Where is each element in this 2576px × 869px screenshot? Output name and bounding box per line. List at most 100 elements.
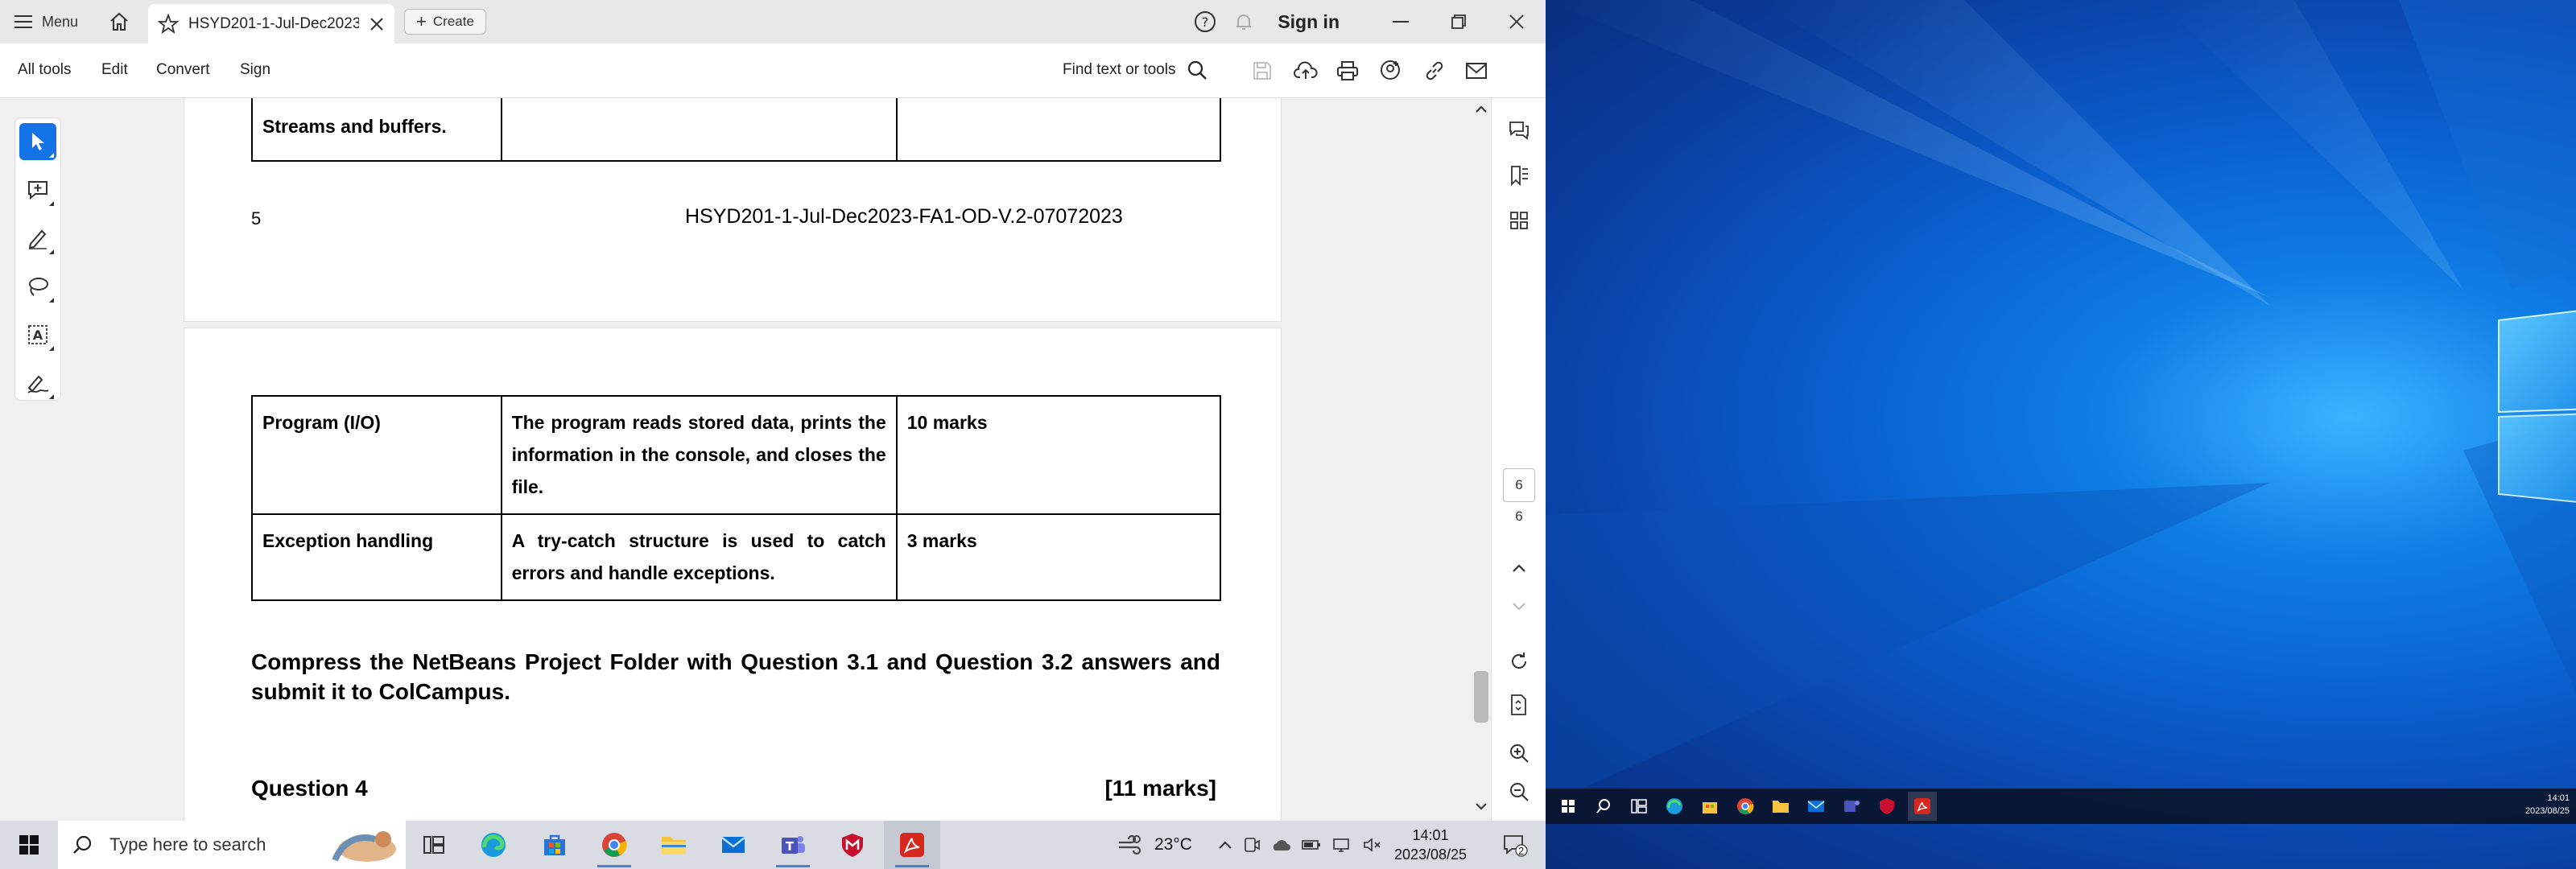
thumbnails-button[interactable] [1505, 206, 1534, 235]
save-icon [1253, 62, 1271, 80]
onedrive-cloud-icon[interactable] [1270, 837, 1291, 853]
sign-tool[interactable] [19, 364, 56, 402]
hamburger-icon [14, 15, 32, 28]
edge-taskbar-app[interactable] [1660, 792, 1689, 821]
store-taskbar-app[interactable] [1695, 792, 1724, 821]
zoom-out-button[interactable] [1505, 777, 1534, 806]
search-icon [1596, 799, 1610, 813]
table-row: Exception handling A try-catch structure… [251, 513, 1222, 601]
previous-page-button[interactable] [1505, 554, 1534, 583]
teams-taskbar-app[interactable]: T [765, 821, 821, 869]
upload-button[interactable] [1291, 56, 1320, 85]
taskbar-search-box[interactable]: Type here to search [58, 821, 406, 869]
mail-icon [1807, 801, 1825, 812]
teams-taskbar-app[interactable] [1837, 792, 1866, 821]
mcafee-taskbar-app[interactable] [824, 821, 881, 869]
zoom-in-button[interactable] [1505, 739, 1534, 768]
add-text-tool[interactable]: A [19, 316, 56, 353]
file-explorer-taskbar-app[interactable] [646, 821, 702, 869]
select-tool[interactable] [19, 123, 56, 160]
chevron-up-icon [1513, 564, 1525, 572]
notification-center-button[interactable]: 2 [1491, 821, 1539, 869]
next-page-button[interactable] [1505, 592, 1534, 621]
volume-muted-icon[interactable] [1362, 837, 1383, 853]
scrollbar-thumb[interactable] [1474, 671, 1488, 723]
criterion-cell: Program (I/O) [251, 395, 502, 515]
secondary-clock[interactable]: 14:01 2023/08/25 [2525, 792, 2570, 818]
highlight-tool[interactable] [19, 220, 56, 257]
cursor-icon [32, 133, 44, 150]
file-explorer-taskbar-app[interactable] [1766, 792, 1795, 821]
scroll-down-arrow[interactable] [1475, 800, 1488, 813]
help-button[interactable]: ? [1189, 6, 1221, 38]
marks-cell: 10 marks [895, 395, 1222, 515]
tool-menu-indicator [49, 201, 54, 206]
chevron-up-icon [1476, 105, 1487, 113]
search-button[interactable] [1589, 792, 1618, 821]
tool-menu-indicator [49, 249, 54, 254]
chrome-taskbar-app[interactable] [586, 821, 642, 869]
save-button[interactable] [1248, 56, 1277, 85]
chevron-up-icon[interactable] [1217, 839, 1233, 850]
acrobat-taskbar-app[interactable] [1908, 792, 1937, 821]
close-window-button[interactable] [1488, 0, 1546, 43]
right-monitor-desktop: 14:01 2023/08/25 [1546, 0, 2576, 869]
sign-menu[interactable]: Sign [240, 61, 270, 79]
all-tools-menu[interactable]: All tools [18, 61, 72, 79]
create-button[interactable]: + Create [404, 9, 486, 35]
star-icon[interactable] [158, 13, 179, 35]
start-button[interactable] [1554, 792, 1583, 821]
scroll-up-arrow[interactable] [1475, 103, 1488, 116]
edge-taskbar-app[interactable] [465, 821, 522, 869]
vertical-scrollbar[interactable] [1472, 98, 1491, 821]
page-display-button[interactable] [1505, 690, 1534, 719]
home-button[interactable] [105, 8, 134, 35]
task-view-button[interactable] [1624, 792, 1653, 821]
meet-now-icon[interactable] [1243, 836, 1261, 854]
weather-wind-icon [1119, 834, 1141, 855]
document-viewport[interactable]: Streams and buffers. 5 HSYD201-1-Jul-Dec… [77, 98, 1472, 821]
task-view-button[interactable] [406, 821, 462, 869]
add-comment-tool[interactable] [19, 171, 56, 208]
document-tab[interactable]: HSYD201-1-Jul-Dec2023... [148, 4, 394, 43]
network-icon[interactable] [1331, 837, 1352, 853]
link-button[interactable] [1420, 56, 1449, 85]
convert-menu[interactable]: Convert [156, 61, 210, 79]
chrome-icon [1737, 798, 1754, 814]
bookmarks-button[interactable] [1505, 161, 1534, 190]
restore-button[interactable] [1430, 0, 1488, 43]
print-button[interactable] [1333, 56, 1362, 85]
mail-taskbar-app[interactable] [1802, 792, 1831, 821]
share-button[interactable] [1377, 56, 1406, 85]
notifications-button[interactable] [1228, 6, 1260, 38]
sign-in-button[interactable]: Sign in [1278, 11, 1340, 33]
menu-bar: All tools Edit Convert Sign Find text or… [0, 43, 1546, 98]
home-icon [110, 12, 128, 31]
edit-menu[interactable]: Edit [101, 61, 128, 79]
mail-taskbar-app[interactable] [705, 821, 762, 869]
svg-text:T: T [786, 839, 795, 854]
weather-widget[interactable]: 23°C [1116, 821, 1192, 869]
running-indicator [895, 865, 929, 867]
draw-tool[interactable] [19, 268, 56, 305]
chrome-taskbar-app[interactable] [1731, 792, 1760, 821]
acrobat-taskbar-app[interactable] [884, 821, 940, 869]
menu-button[interactable]: Menu [14, 10, 78, 34]
chrome-icon [602, 833, 627, 857]
taskbar-clock[interactable]: 14:01 2023/08/25 [1386, 826, 1475, 864]
rotate-button[interactable] [1505, 647, 1534, 676]
minimize-button[interactable] [1372, 0, 1430, 43]
right-side-panel: 6 6 [1491, 98, 1546, 821]
close-tab-icon[interactable] [369, 16, 385, 32]
tool-menu-indicator [49, 298, 54, 303]
battery-icon[interactable] [1301, 838, 1322, 852]
find-text-or-tools[interactable]: Find text or tools [1063, 60, 1208, 80]
pen-icon [28, 229, 47, 249]
mcafee-taskbar-app[interactable] [1872, 792, 1901, 821]
current-page-input[interactable]: 6 [1503, 468, 1535, 502]
store-taskbar-app[interactable] [526, 821, 583, 869]
comments-button[interactable] [1505, 116, 1534, 145]
help-icon: ? [1195, 11, 1216, 32]
email-button[interactable] [1462, 56, 1491, 85]
start-button[interactable] [0, 821, 58, 869]
